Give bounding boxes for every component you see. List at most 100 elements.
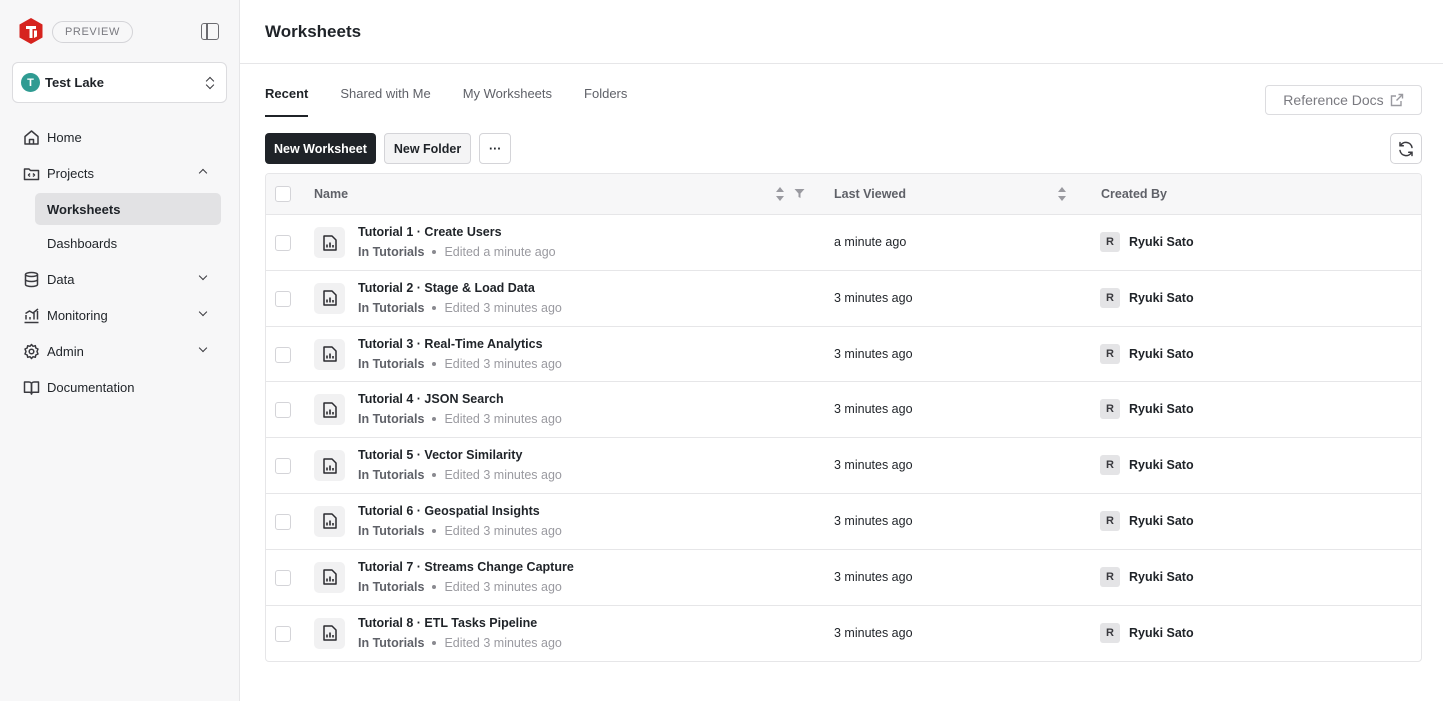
page-header: Worksheets <box>240 0 1443 64</box>
worksheet-edited: Edited 3 minutes ago <box>444 412 562 427</box>
worksheet-edited: Edited a minute ago <box>444 245 556 259</box>
sidebar-subitem-worksheets[interactable]: Worksheets <box>35 193 221 225</box>
row-checkbox[interactable] <box>275 458 291 475</box>
worksheet-folder[interactable]: In Tutorials <box>358 636 424 650</box>
column-header-name[interactable]: Name <box>314 187 348 201</box>
sidebar-item-data[interactable]: Data <box>0 261 240 297</box>
table-row[interactable]: Tutorial 1 · Create Users In Tutorials E… <box>266 215 1421 271</box>
table-row[interactable]: Tutorial 5 · Vector Similarity In Tutori… <box>266 438 1421 494</box>
creator-name: Ryuki Sato <box>1129 625 1194 640</box>
worksheet-meta: In Tutorials Edited 3 minutes ago <box>358 468 562 482</box>
creator-name: Ryuki Sato <box>1129 290 1194 305</box>
last-viewed: 3 minutes ago <box>834 402 913 417</box>
creator: R Ryuki Sato <box>1100 622 1194 643</box>
creator: R Ryuki Sato <box>1100 232 1194 252</box>
database-icon <box>23 271 40 288</box>
creator-name: Ryuki Sato <box>1129 346 1194 361</box>
sidebar-item-documentation[interactable]: Documentation <box>0 369 240 405</box>
table-row[interactable]: Tutorial 3 · Real-Time Analytics In Tuto… <box>266 327 1421 383</box>
filter-icon[interactable] <box>794 188 805 199</box>
table-header: Name Last Viewed Created By <box>266 174 1421 215</box>
table-row[interactable]: Tutorial 6 · Geospatial Insights In Tuto… <box>266 494 1421 550</box>
sidebar-item-label: Documentation <box>47 379 135 395</box>
creator: R Ryuki Sato <box>1100 287 1194 308</box>
new-worksheet-button[interactable]: New Worksheet <box>265 133 376 164</box>
creator-name: Ryuki Sato <box>1129 458 1194 473</box>
row-checkbox[interactable] <box>275 346 291 363</box>
last-viewed: 3 minutes ago <box>834 513 913 528</box>
worksheet-title[interactable]: Tutorial 1 · Create Users <box>358 225 502 239</box>
sidebar-item-admin[interactable]: Admin <box>0 333 240 369</box>
sidebar-item-home[interactable]: Home <box>0 119 240 155</box>
worksheet-title[interactable]: Tutorial 3 · Real-Time Analytics <box>358 337 543 351</box>
worksheet-folder[interactable]: In Tutorials <box>358 412 424 426</box>
table-row[interactable]: Tutorial 2 · Stage & Load Data In Tutori… <box>266 271 1421 327</box>
worksheet-file-icon <box>314 617 345 649</box>
sort-icon[interactable] <box>1058 187 1066 201</box>
chevron-down-icon[interactable] <box>198 307 208 317</box>
tab-recent[interactable]: Recent <box>265 86 309 117</box>
worksheet-title[interactable]: Tutorial 2 · Stage & Load Data <box>358 281 535 295</box>
avatar: R <box>1100 232 1120 252</box>
worksheet-title[interactable]: Tutorial 4 · JSON Search <box>358 392 504 406</box>
worksheet-edited: Edited 3 minutes ago <box>444 300 562 315</box>
logo-icon[interactable] <box>18 17 44 45</box>
worksheet-file-icon <box>314 338 345 370</box>
column-header-created-by[interactable]: Created By <box>1101 187 1167 201</box>
worksheet-title[interactable]: Tutorial 5 · Vector Similarity <box>358 448 522 462</box>
select-all-checkbox[interactable] <box>275 186 291 202</box>
worksheet-file-icon <box>314 394 345 426</box>
row-checkbox[interactable] <box>275 513 291 530</box>
last-viewed: 3 minutes ago <box>834 290 913 305</box>
sidebar-subitem-dashboards[interactable]: Dashboards <box>35 227 221 259</box>
worksheet-meta: In Tutorials Edited 3 minutes ago <box>358 301 562 315</box>
row-checkbox[interactable] <box>275 402 291 419</box>
worksheet-title[interactable]: Tutorial 6 · Geospatial Insights <box>358 504 540 518</box>
worksheet-edited: Edited 3 minutes ago <box>444 356 562 371</box>
worksheets-table: Name Last Viewed Created By Tutorial 1 ·… <box>265 173 1422 662</box>
more-options-button[interactable]: ··· <box>479 133 512 164</box>
tab-bar: Recent Shared with Me My Worksheets Fold… <box>265 86 659 117</box>
chevron-up-icon[interactable] <box>198 168 208 178</box>
sidebar-item-projects[interactable]: Projects <box>0 155 240 191</box>
row-checkbox[interactable] <box>275 625 291 642</box>
worksheet-file-icon <box>314 227 345 258</box>
tab-shared-with-me[interactable]: Shared with Me <box>340 86 430 117</box>
column-header-last-viewed[interactable]: Last Viewed <box>834 187 906 201</box>
worksheet-folder[interactable]: In Tutorials <box>358 468 424 482</box>
avatar: R <box>1100 566 1120 587</box>
sort-icon[interactable] <box>776 187 784 201</box>
avatar: R <box>1100 287 1120 308</box>
worksheet-folder[interactable]: In Tutorials <box>358 301 424 315</box>
table-row[interactable]: Tutorial 7 · Streams Change Capture In T… <box>266 550 1421 606</box>
row-checkbox[interactable] <box>275 290 291 307</box>
tab-my-worksheets[interactable]: My Worksheets <box>463 86 552 117</box>
worksheet-folder[interactable]: In Tutorials <box>358 524 424 538</box>
refresh-button[interactable] <box>1390 133 1422 164</box>
worksheet-title[interactable]: Tutorial 7 · Streams Change Capture <box>358 560 574 574</box>
table-row[interactable]: Tutorial 4 · JSON Search In Tutorials Ed… <box>266 382 1421 439</box>
refresh-icon <box>1399 141 1413 156</box>
sidebar-item-label: Admin <box>47 343 84 359</box>
worksheet-edited: Edited 3 minutes ago <box>444 468 562 483</box>
sidebar-item-monitoring[interactable]: Monitoring <box>0 297 240 333</box>
worksheet-folder[interactable]: In Tutorials <box>358 580 424 594</box>
reference-docs-button[interactable]: Reference Docs <box>1265 85 1422 115</box>
worksheet-folder[interactable]: In Tutorials <box>358 357 424 371</box>
worksheet-title[interactable]: Tutorial 8 · ETL Tasks Pipeline <box>358 616 537 630</box>
new-folder-button[interactable]: New Folder <box>383 133 472 164</box>
last-viewed: 3 minutes ago <box>834 346 913 361</box>
worksheet-meta: In Tutorials Edited 3 minutes ago <box>358 524 562 538</box>
table-row[interactable]: Tutorial 8 · ETL Tasks Pipeline In Tutor… <box>266 606 1421 661</box>
worksheet-folder[interactable]: In Tutorials <box>358 245 424 259</box>
tab-folders[interactable]: Folders <box>584 86 627 117</box>
worksheet-edited: Edited 3 minutes ago <box>444 635 562 650</box>
lake-selector[interactable]: T Test Lake <box>12 62 227 103</box>
chevron-down-icon[interactable] <box>198 343 208 353</box>
preview-badge: PREVIEW <box>52 21 133 43</box>
chevron-down-icon[interactable] <box>198 271 208 281</box>
sidebar-collapse-icon[interactable] <box>201 23 219 40</box>
lake-name: Test Lake <box>45 75 105 90</box>
row-checkbox[interactable] <box>275 235 291 251</box>
row-checkbox[interactable] <box>275 569 291 586</box>
